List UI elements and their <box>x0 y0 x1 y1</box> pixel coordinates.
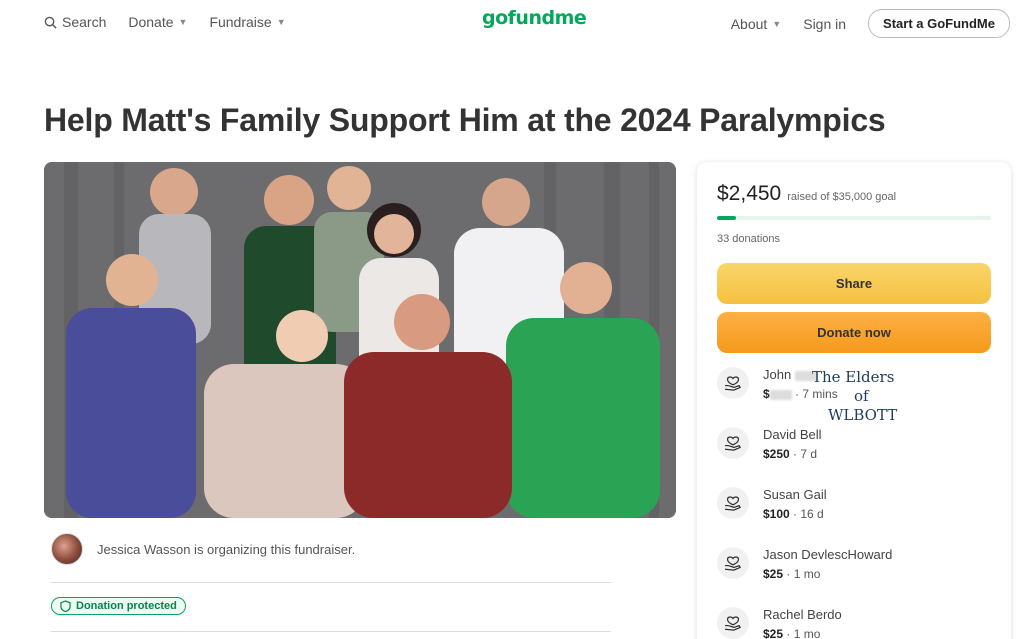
overlay-line: The Elders <box>812 368 895 386</box>
donor-amount: $25 <box>763 627 784 639</box>
heart-hand-icon <box>717 427 749 459</box>
chevron-down-icon: ▼ <box>276 17 286 27</box>
donate-menu-label: Donate <box>128 14 174 30</box>
divider <box>51 631 611 632</box>
heart-hand-icon <box>717 487 749 519</box>
shield-icon <box>60 600 71 612</box>
overlay-line: WLBOTT <box>828 406 898 424</box>
donor-item: Susan Gail $100 · 16 d <box>717 487 827 521</box>
goal-text: raised of $35,000 goal <box>787 191 897 203</box>
fundraise-menu-label: Fundraise <box>209 14 272 30</box>
page-title: Help Matt's Family Support Him at the 20… <box>44 102 886 138</box>
donation-protected-badge[interactable]: Donation protected <box>51 597 186 615</box>
heart-hand-icon <box>717 607 749 639</box>
search-link[interactable]: Search <box>44 14 106 30</box>
heart-hand-icon <box>717 367 749 399</box>
donor-item: Jason DevlescHoward $25 · 1 mo <box>717 547 892 581</box>
redacted-text <box>769 389 792 400</box>
share-button[interactable]: Share <box>717 263 991 304</box>
progress-fill <box>717 216 737 220</box>
gofundme-logo[interactable]: gofundme <box>482 7 587 29</box>
progress-bar <box>717 216 991 220</box>
fundraiser-photo[interactable] <box>44 162 676 518</box>
nav-right: About ▼ Sign in Start a GoFundMe <box>731 9 1010 38</box>
donor-name: Susan Gail <box>763 487 827 502</box>
donor-amount: $ <box>763 387 770 401</box>
donor-time: 7 d <box>800 447 818 461</box>
donor-name: Rachel Berdo <box>763 607 842 622</box>
heart-hand-icon <box>717 547 749 579</box>
search-icon <box>44 16 57 29</box>
donor-name: John <box>763 367 792 382</box>
organizer-avatar[interactable] <box>51 533 83 565</box>
start-gofundme-button[interactable]: Start a GoFundMe <box>868 9 1010 38</box>
donor-name: Jason DevlescHoward <box>763 547 893 562</box>
fundraise-menu[interactable]: Fundraise ▼ <box>209 14 285 30</box>
donor-time: 1 mo <box>793 627 821 639</box>
raised-summary: $2,450 raised of $35,000 goal <box>717 182 896 206</box>
donor-item: Rachel Berdo $25 · 1 mo <box>717 607 842 639</box>
donor-time: 16 d <box>800 507 824 521</box>
sign-in-link[interactable]: Sign in <box>803 16 846 32</box>
donor-amount: $25 <box>763 567 784 581</box>
donate-now-button[interactable]: Donate now <box>717 312 991 353</box>
top-nav: Search Donate ▼ Fundraise ▼ gofundme Abo… <box>0 0 1024 46</box>
donor-name: David Bell <box>763 427 822 442</box>
donations-count: 33 donations <box>717 233 780 245</box>
organizer-row: Jessica Wasson is organizing this fundra… <box>51 533 355 565</box>
nav-left: Search Donate ▼ Fundraise ▼ <box>44 14 286 30</box>
donor-amount: $250 <box>763 447 790 461</box>
organizer-text: Jessica Wasson is organizing this fundra… <box>97 541 356 557</box>
donor-time: 1 mo <box>793 567 821 581</box>
overlay-line: of <box>854 387 869 405</box>
chevron-down-icon: ▼ <box>772 18 782 29</box>
divider <box>51 582 611 583</box>
family-photo-illustration <box>44 162 676 518</box>
raised-amount: $2,450 <box>717 182 782 205</box>
overlay-annotation: The Elders of WLBOTT <box>812 368 912 425</box>
about-menu-label: About <box>730 15 768 32</box>
donation-protected-label: Donation protected <box>76 600 177 612</box>
donor-amount: $100 <box>763 507 790 521</box>
about-menu[interactable]: About ▼ <box>731 16 782 32</box>
donate-menu[interactable]: Donate ▼ <box>128 14 187 30</box>
donor-item: David Bell $250 · 7 d <box>717 427 822 461</box>
search-label: Search <box>62 14 107 30</box>
chevron-down-icon: ▼ <box>178 17 188 27</box>
